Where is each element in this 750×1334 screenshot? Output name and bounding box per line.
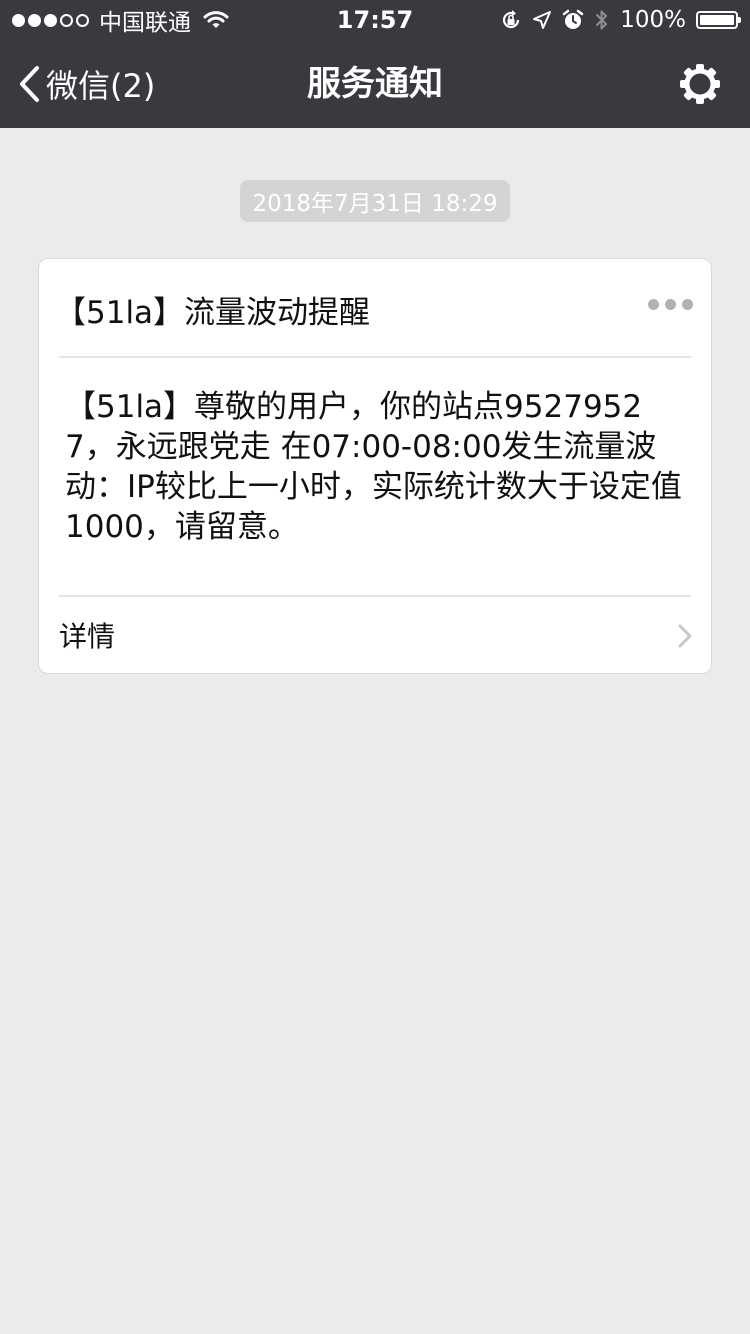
back-button[interactable]: 微信(2) bbox=[18, 40, 155, 128]
more-options-button[interactable] bbox=[648, 299, 693, 310]
divider bbox=[59, 356, 691, 358]
notification-body: 【51la】尊敬的用户，你的站点95279527，永远跟党走 在07:00-08… bbox=[65, 389, 682, 545]
back-label: 微信(2) bbox=[46, 67, 156, 105]
status-bar: 中国联通 17:57 100% bbox=[0, 0, 750, 40]
gear-icon bbox=[680, 64, 720, 104]
message-timestamp: 2018年7月31日 18:29 bbox=[0, 180, 750, 222]
rotation-lock-icon bbox=[503, 10, 520, 29]
battery-percentage: 100% bbox=[620, 7, 686, 33]
details-label: 详情 bbox=[59, 620, 116, 653]
notification-title: 【51la】流量波动提醒 bbox=[55, 295, 371, 331]
navigation-bar: 微信(2) 服务通知 bbox=[0, 40, 750, 128]
settings-button[interactable] bbox=[678, 62, 722, 106]
notification-card[interactable]: 【51la】流量波动提醒 【51la】尊敬的用户，你的站点95279527，永远… bbox=[38, 258, 712, 674]
chevron-right-icon bbox=[678, 624, 692, 648]
more-dots-icon bbox=[648, 299, 659, 310]
details-link[interactable]: 详情 bbox=[39, 597, 711, 673]
timestamp-label: 2018年7月31日 18:29 bbox=[240, 180, 510, 222]
chevron-left-icon bbox=[20, 66, 39, 102]
bluetooth-icon bbox=[596, 10, 608, 30]
battery-icon bbox=[696, 11, 741, 29]
location-arrow-icon bbox=[533, 11, 552, 29]
alarm-icon bbox=[562, 9, 584, 29]
status-right: 100% bbox=[500, 6, 741, 34]
